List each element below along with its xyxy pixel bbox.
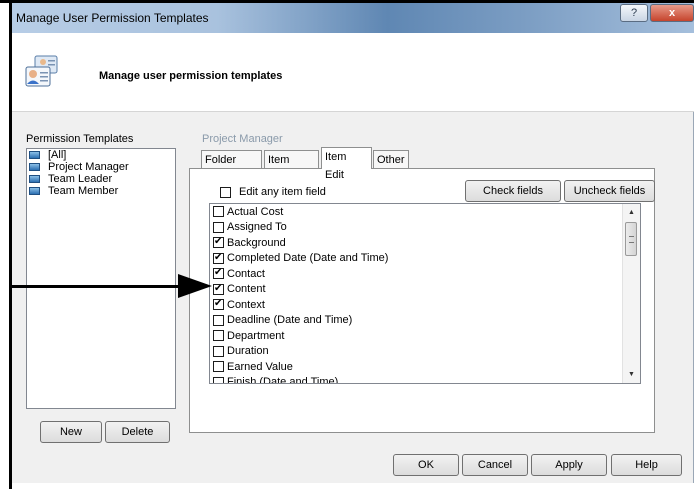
annotation-arrow-head-icon: [178, 274, 212, 298]
window-title: Manage User Permission Templates: [16, 11, 209, 25]
template-item-project-manager[interactable]: Project Manager: [27, 161, 175, 173]
field-checkbox[interactable]: [213, 251, 224, 265]
field-label: Department: [227, 329, 285, 342]
tab-other[interactable]: Other: [373, 150, 409, 168]
template-item-label: Team Leader: [48, 173, 113, 185]
templates-listbox[interactable]: [All] Project Manager Team Leader Team M…: [26, 148, 176, 409]
field-checkbox[interactable]: [213, 345, 224, 357]
template-icon: [29, 175, 40, 183]
scroll-thumb[interactable]: [625, 222, 637, 256]
fields-checklist[interactable]: Actual Cost Assigned To Background Complete…: [209, 203, 641, 384]
help-button[interactable]: Help: [611, 454, 682, 476]
cancel-button[interactable]: Cancel: [462, 454, 528, 476]
field-item[interactable]: Department: [210, 328, 640, 344]
field-label: Context: [227, 298, 265, 311]
template-item-label: Team Member: [48, 185, 119, 197]
tab-item-edit[interactable]: Item Edit: [321, 147, 372, 181]
tab-item-view[interactable]: Item View: [264, 150, 319, 184]
field-label: Actual Cost: [227, 205, 284, 218]
check-fields-button[interactable]: Check fields: [465, 180, 561, 202]
users-icon: [25, 55, 58, 87]
scroll-up-arrow-icon[interactable]: ▲: [623, 204, 640, 221]
field-label: Earned Value: [227, 360, 293, 373]
field-label: Assigned To: [227, 221, 287, 234]
edit-any-label: Edit any item field: [239, 186, 326, 198]
template-icon: [29, 151, 40, 159]
field-item[interactable]: Duration: [210, 344, 640, 360]
field-checkbox[interactable]: [213, 266, 224, 280]
field-item[interactable]: Actual Cost: [210, 204, 640, 220]
field-checkbox[interactable]: [213, 282, 224, 296]
template-item-all[interactable]: [All]: [27, 149, 175, 161]
field-item[interactable]: Earned Value: [210, 359, 640, 375]
field-checkbox[interactable]: [213, 206, 224, 218]
field-item[interactable]: Deadline (Date and Time): [210, 313, 640, 329]
vertical-scrollbar[interactable]: ▲ ▼: [622, 204, 640, 383]
field-item[interactable]: Contact: [210, 266, 640, 282]
uncheck-fields-button[interactable]: Uncheck fields: [564, 180, 655, 202]
field-checkbox[interactable]: [213, 314, 224, 326]
field-item[interactable]: Finish (Date and Time): [210, 375, 640, 384]
field-label: Deadline (Date and Time): [227, 314, 353, 327]
template-item-label: [All]: [48, 149, 67, 161]
scroll-down-arrow-icon[interactable]: ▼: [623, 366, 640, 383]
apply-button[interactable]: Apply: [531, 454, 607, 476]
close-button[interactable]: x: [650, 4, 694, 22]
field-item[interactable]: Content: [210, 282, 640, 298]
permission-templates-label: Permission Templates: [26, 133, 134, 145]
ok-button[interactable]: OK: [393, 454, 459, 476]
template-item-label: Project Manager: [48, 161, 129, 173]
template-item-team-leader[interactable]: Team Leader: [27, 173, 175, 185]
field-label: Duration: [227, 345, 269, 358]
template-icon: [29, 187, 40, 195]
new-template-button[interactable]: New: [40, 421, 102, 443]
grip-icon: [629, 236, 634, 243]
field-checkbox[interactable]: [213, 235, 224, 249]
field-checkbox[interactable]: [213, 361, 224, 373]
field-checkbox[interactable]: [213, 330, 224, 342]
header-title: Manage user permission templates: [99, 70, 283, 82]
field-item[interactable]: Assigned To: [210, 220, 640, 236]
delete-template-button[interactable]: Delete: [105, 421, 170, 443]
field-checkbox[interactable]: [213, 221, 224, 233]
screenshot-frame-left: [9, 0, 12, 489]
edit-any-checkbox-box[interactable]: [220, 186, 231, 198]
edit-any-item-field-checkbox[interactable]: Edit any item field: [220, 186, 326, 198]
field-label: Contact: [227, 267, 265, 280]
field-label: Completed Date (Date and Time): [227, 252, 389, 265]
field-item[interactable]: Context: [210, 297, 640, 313]
field-checkbox[interactable]: [213, 376, 224, 383]
selected-template-label: Project Manager: [202, 133, 283, 145]
field-label: Finish (Date and Time): [227, 376, 339, 384]
fields-rows: Actual Cost Assigned To Background Complete…: [210, 204, 640, 384]
tab-folder-view[interactable]: Folder View: [201, 150, 262, 184]
template-item-team-member[interactable]: Team Member: [27, 185, 175, 197]
field-label: Background: [227, 236, 286, 249]
help-title-button[interactable]: ?: [620, 4, 648, 22]
field-item[interactable]: Completed Date (Date and Time): [210, 251, 640, 267]
field-checkbox[interactable]: [213, 297, 224, 311]
template-icon: [29, 163, 40, 171]
dialog-header: Manage user permission templates: [12, 33, 694, 112]
title-bar[interactable]: Manage User Permission Templates ? x: [12, 3, 694, 33]
field-item[interactable]: Background: [210, 235, 640, 251]
field-label: Content: [227, 283, 266, 296]
annotation-arrow-line: [12, 285, 180, 288]
